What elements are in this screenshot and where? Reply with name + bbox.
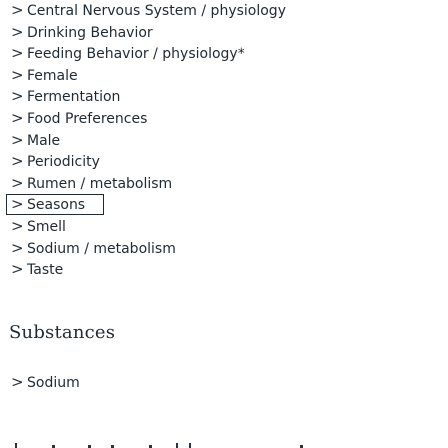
mesh-term-item[interactable]: > Rumen / metabolism — [0, 173, 448, 195]
mesh-term-label: Female — [27, 67, 78, 84]
mesh-term-item[interactable]: > Periodicity — [0, 151, 448, 173]
mesh-term-label: Sodium / metabolism — [27, 240, 176, 257]
chevron-right-icon: > — [11, 87, 24, 106]
mesh-term-item[interactable]: > Sodium / metabolism — [0, 238, 448, 260]
mesh-term-label: Fermentation — [27, 89, 121, 106]
chevron-right-icon: > — [11, 1, 24, 19]
substance-label: Sodium — [27, 375, 80, 391]
mesh-term-label: Periodicity — [27, 154, 100, 171]
mesh-term-item[interactable]: > Food Preferences — [0, 108, 448, 130]
mesh-term-label: Food Preferences — [27, 110, 148, 127]
chevron-right-icon: > — [11, 373, 24, 391]
chevron-right-icon: > — [11, 130, 24, 149]
substances-heading: Substances — [9, 322, 116, 343]
mesh-term-item-focused[interactable]: > Seasons — [0, 194, 448, 216]
chevron-right-icon: > — [11, 65, 24, 84]
mesh-terms-list: > Central Nervous System / physiology > Dr… — [0, 0, 448, 281]
mesh-term-item[interactable]: > Taste — [0, 259, 448, 281]
mesh-term-item[interactable]: > Feeding Behavior / physiology* — [0, 43, 448, 65]
clipped-next-row — [0, 440, 448, 448]
mesh-term-item[interactable]: > Male — [0, 130, 448, 152]
mesh-term-item[interactable]: > Central Nervous System / physiology — [0, 0, 448, 22]
chevron-right-icon: > — [11, 44, 24, 63]
chevron-right-icon: > — [11, 108, 24, 127]
mesh-term-item[interactable]: > Female — [0, 65, 448, 87]
mesh-term-label: Rumen / metabolism — [27, 175, 173, 192]
mesh-term-label: Central Nervous System / physiology — [27, 3, 286, 19]
chevron-right-icon: > — [11, 173, 24, 192]
mesh-term-label: Male — [27, 132, 61, 149]
chevron-right-icon: > — [11, 195, 24, 214]
mesh-term-label: Smell — [27, 218, 66, 235]
chevron-right-icon: > — [11, 238, 24, 257]
mesh-term-label: Drinking Behavior — [27, 24, 153, 41]
mesh-term-label: Taste — [27, 262, 64, 279]
chevron-right-icon: > — [11, 22, 24, 41]
chevron-right-icon: > — [11, 152, 24, 171]
mesh-term-label: Feeding Behavior / physiology* — [27, 46, 245, 63]
mesh-term-item[interactable]: > Smell — [0, 216, 448, 238]
substance-item[interactable]: > Sodium — [0, 372, 448, 394]
substances-list: > Sodium — [0, 372, 448, 394]
mesh-term-item[interactable]: > Fermentation — [0, 86, 448, 108]
chevron-right-icon: > — [11, 216, 24, 235]
mesh-term-item[interactable]: > Drinking Behavior — [0, 22, 448, 44]
mesh-term-label: Seasons — [27, 197, 86, 214]
chevron-right-icon: > — [11, 260, 24, 279]
